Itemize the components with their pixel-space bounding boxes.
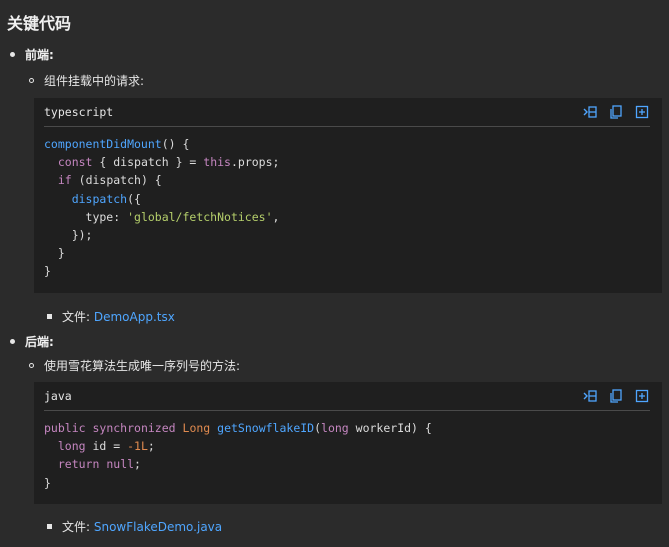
bullet-square [47, 314, 52, 319]
code-block-java: java public synchronized Long getSnowfla… [34, 382, 662, 504]
backend-sub-label: 使用雪花算法生成唯一序列号的方法: [44, 359, 241, 373]
bullet-circle [29, 78, 34, 83]
code-header-divider [44, 410, 650, 411]
frontend-label: 前端: [25, 48, 54, 62]
frontend-file-line: 文件: DemoApp.tsx [62, 308, 175, 325]
file-link[interactable]: DemoApp.tsx [94, 310, 175, 324]
expand-icon[interactable] [634, 104, 650, 120]
code-content: public synchronized Long getSnowflakeID(… [44, 421, 432, 490]
code-toolbar [582, 388, 650, 404]
backend-label: 后端: [25, 335, 54, 349]
file-prefix: 文件: [62, 310, 94, 324]
code-toolbar [582, 104, 650, 120]
page-title: 关键代码 [7, 14, 72, 33]
bullet-square [47, 524, 52, 529]
bullet-dot [10, 339, 15, 344]
page: 关键代码 前端: 组件挂载中的请求: typescript componentD… [0, 0, 669, 547]
expand-icon[interactable] [634, 388, 650, 404]
bullet-dot [10, 52, 15, 57]
wrap-icon[interactable] [582, 388, 598, 404]
bullet-circle [29, 363, 34, 368]
code-block-typescript: typescript componentDidMount() { const {… [34, 98, 662, 293]
code-language-label: java [44, 389, 72, 403]
code-language-label: typescript [44, 105, 114, 119]
code-content: componentDidMount() { const { dispatch }… [44, 137, 280, 279]
backend-file-line: 文件: SnowFlakeDemo.java [62, 518, 222, 535]
file-link[interactable]: SnowFlakeDemo.java [94, 520, 222, 534]
file-prefix: 文件: [62, 520, 94, 534]
frontend-sub-label: 组件挂载中的请求: [44, 74, 145, 88]
copy-icon[interactable] [608, 388, 624, 404]
wrap-icon[interactable] [582, 104, 598, 120]
code-header-divider [44, 126, 650, 127]
copy-icon[interactable] [608, 104, 624, 120]
